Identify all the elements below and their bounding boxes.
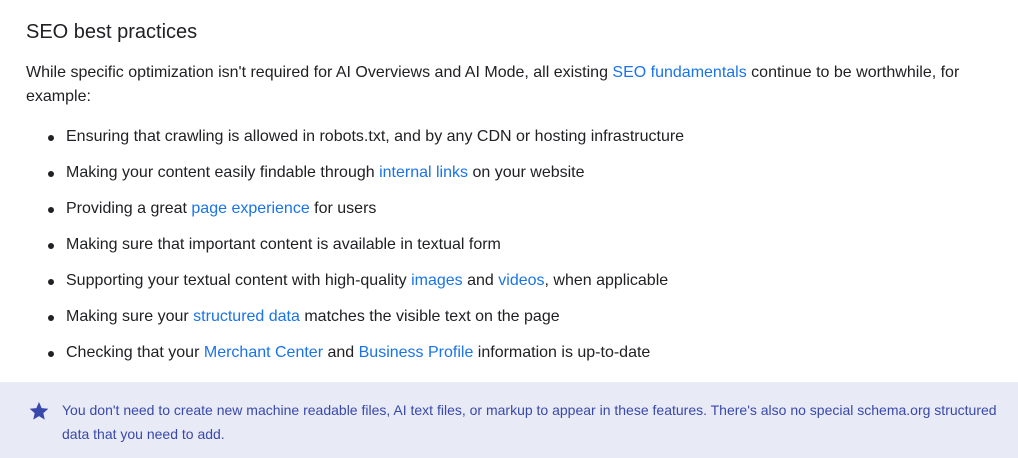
list-item: Making sure your structured data matches… xyxy=(47,305,684,341)
list-item: Checking that your Merchant Center and B… xyxy=(47,341,684,377)
note-text: You don't need to create new machine rea… xyxy=(62,402,997,442)
list-item: Providing a great page experience for us… xyxy=(47,197,684,233)
merchant-center-link[interactable]: Merchant Center xyxy=(204,344,323,361)
list-item: Making your content easily findable thro… xyxy=(47,161,684,197)
list-item-text: and xyxy=(323,344,359,361)
list-item-text: for users xyxy=(309,200,377,217)
page-experience-link[interactable]: page experience xyxy=(191,200,309,217)
list-item-text: Making sure your xyxy=(66,308,194,325)
intro-paragraph: While specific optimization isn't requir… xyxy=(26,61,996,109)
list-item-text: information is up-to-date xyxy=(473,344,651,361)
structured-data-link[interactable]: structured data xyxy=(193,308,300,325)
business-profile-link[interactable]: Business Profile xyxy=(359,344,474,361)
list-item-text: Making sure that important content is av… xyxy=(66,236,501,253)
internal-links-link[interactable]: internal links xyxy=(379,164,468,181)
list-item-text: Checking that your xyxy=(66,344,204,361)
list-item-text: matches the visible text on the page xyxy=(299,308,560,325)
list-item-text: , when applicable xyxy=(544,272,669,289)
note-callout: You don't need to create new machine rea… xyxy=(0,382,1018,458)
seo-fundamentals-link[interactable]: SEO fundamentals xyxy=(612,64,746,81)
list-item: Ensuring that crawling is allowed in rob… xyxy=(47,125,685,161)
star-icon xyxy=(29,402,49,420)
list-item-text: and xyxy=(462,272,499,289)
list-item-text: Supporting your textual content with hig… xyxy=(66,272,412,289)
videos-link[interactable]: videos xyxy=(498,272,544,289)
images-link[interactable]: images xyxy=(411,272,463,289)
list-item-text: on your website xyxy=(468,164,585,181)
best-practices-list: Ensuring that crawling is allowed in rob… xyxy=(26,125,684,377)
list-item-text: Providing a great xyxy=(66,200,192,217)
intro-text-before: While specific optimization isn't requir… xyxy=(26,64,613,81)
list-item-text: Making your content easily findable thro… xyxy=(66,164,380,181)
section-heading: SEO best practices xyxy=(26,21,198,43)
list-item: Making sure that important content is av… xyxy=(47,233,684,269)
list-item-text: Ensuring that crawling is allowed in rob… xyxy=(66,128,685,145)
list-item: Supporting your textual content with hig… xyxy=(47,269,684,305)
